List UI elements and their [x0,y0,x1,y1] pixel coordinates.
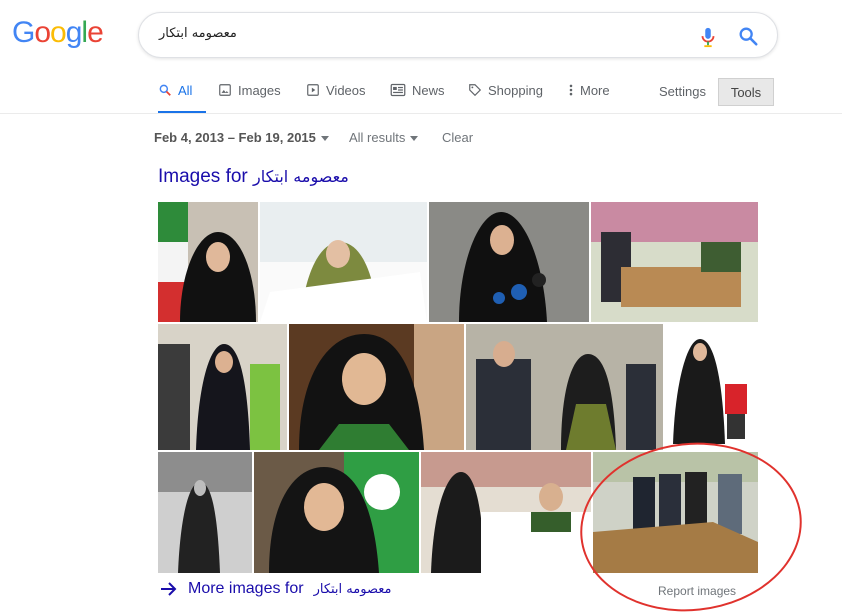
clear-filter-link[interactable]: Clear [442,130,473,145]
image-thumbnail[interactable] [289,324,464,450]
tab-label: Videos [326,83,366,98]
more-images-prefix: More images for [188,580,304,597]
date-range-label: Feb 4, 2013 – Feb 19, 2015 [154,130,316,145]
image-thumbnail[interactable] [158,452,252,573]
thumbnail-picture [429,202,589,322]
image-thumbnail[interactable] [254,452,419,573]
magnifier-icon[interactable] [737,25,759,47]
header-divider [0,113,842,114]
caret-down-icon [320,136,329,142]
thumbnail-picture [593,452,758,573]
thumbnail-picture [466,324,663,450]
search-box[interactable]: معصومه ابتکار [138,12,778,58]
thumbnail-picture [665,324,758,450]
tab-label: Images [238,83,281,98]
vertical-dots-icon [569,84,573,96]
tab-images[interactable]: Images [218,78,281,114]
tab-videos[interactable]: Videos [306,78,366,114]
thumbnail-picture [158,202,258,322]
thumbnail-picture [591,202,758,322]
thumbnail-picture [254,452,419,573]
image-thumbnail[interactable] [158,202,258,322]
image-icon [219,84,231,96]
tab-label: Shopping [488,83,543,98]
report-images-link[interactable]: Report images [658,584,736,598]
results-filter-label: All results [349,130,406,145]
image-thumbnail[interactable] [466,324,663,450]
logo-letter: G [12,16,35,49]
logo-letter: g [65,16,83,49]
images-heading-prefix: Images for [158,166,248,187]
search-icon [159,84,171,96]
settings-link[interactable]: Settings [659,84,706,99]
logo-letter: e [87,16,104,49]
image-thumbnail[interactable] [421,452,591,573]
google-logo[interactable]: Google [12,16,104,50]
image-thumbnail[interactable] [429,202,589,322]
image-thumbnail[interactable] [260,202,427,322]
date-range-filter[interactable]: Feb 4, 2013 – Feb 19, 2015 [154,130,329,145]
thumbnail-picture [158,452,252,573]
tab-more[interactable]: More [568,78,610,114]
image-thumbnail[interactable] [665,324,758,450]
more-images-query: معصومه ابتکار [313,581,392,597]
tab-label: More [580,83,610,98]
tab-shopping[interactable]: Shopping [468,78,543,114]
play-icon [307,84,319,96]
newspaper-icon [390,83,406,97]
microphone-icon[interactable] [697,25,719,49]
thumbnail-picture [289,324,464,450]
tab-label: All [178,83,193,98]
tab-all[interactable]: All [158,78,206,114]
arrow-right-icon [161,582,177,596]
thumbnail-picture [260,202,427,322]
results-filter[interactable]: All results [349,130,419,145]
more-images-link[interactable]: More images for معصومه ابتکار [160,580,391,598]
images-heading-query: معصومه ابتکار [253,167,349,186]
tab-news[interactable]: News [390,78,445,114]
image-thumbnail[interactable] [591,202,758,322]
tag-icon [469,84,482,97]
caret-down-icon [410,136,419,142]
image-thumbnail[interactable] [593,452,758,573]
image-thumbnail[interactable] [158,324,287,450]
tools-button[interactable]: Tools [718,78,774,106]
logo-letter: o [34,16,51,49]
search-query[interactable]: معصومه ابتکار [159,26,237,41]
images-heading-link[interactable]: Images for معصومه ابتکار [158,166,349,188]
thumbnail-picture [158,324,287,450]
logo-letter: o [50,16,67,49]
thumbnail-picture [421,452,591,573]
tab-label: News [412,83,445,98]
